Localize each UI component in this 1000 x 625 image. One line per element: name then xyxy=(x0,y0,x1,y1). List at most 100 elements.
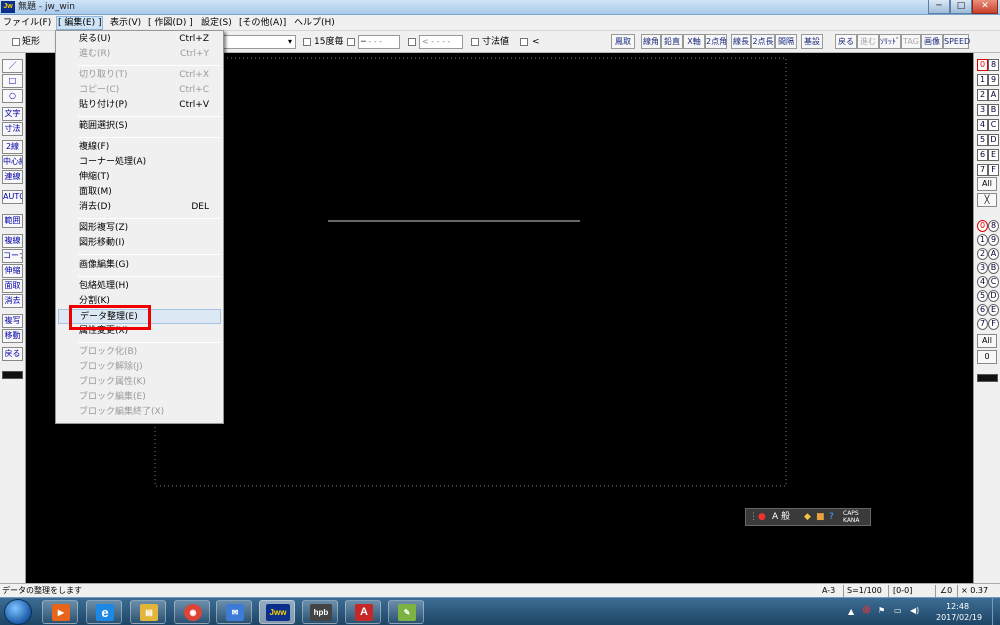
menu-item-copy[interactable]: コピー(C) Ctrl+C xyxy=(58,83,221,98)
chamfer-tool[interactable]: 面取 xyxy=(2,279,23,293)
clock-date[interactable]: 2017/02/19 xyxy=(936,613,982,623)
show-desktop-button[interactable] xyxy=(992,598,1000,625)
layer-6-button[interactable]: 6 xyxy=(977,149,988,161)
group-b-button[interactable]: B xyxy=(988,262,999,274)
maximize-button[interactable]: □ xyxy=(950,0,972,14)
toolbar-button-5[interactable]: 2点角 xyxy=(705,34,727,49)
toolbar-button-9[interactable]: 基設 xyxy=(801,34,823,49)
layer-c-button[interactable]: C xyxy=(988,119,999,131)
continuous-line-tool[interactable]: 連線 xyxy=(2,170,23,184)
layer-4-button[interactable]: 4 xyxy=(977,119,988,131)
group-5-button[interactable]: 5 xyxy=(977,290,988,302)
layer-0-button[interactable]: 0 xyxy=(977,59,988,71)
group-f-button[interactable]: F xyxy=(988,318,999,330)
group-4-button[interactable]: 4 xyxy=(977,276,988,288)
layer-all-button[interactable]: All xyxy=(977,177,997,191)
layer-7-button[interactable]: 7 xyxy=(977,164,988,176)
angle-checkbox[interactable] xyxy=(303,38,311,46)
arrow-input[interactable]: < - - - - xyxy=(419,35,463,49)
close-button[interactable]: ✕ xyxy=(972,0,998,14)
line-input[interactable]: ━ - - - xyxy=(358,35,400,49)
layer-a-button[interactable]: A xyxy=(988,89,999,101)
rectangle-tool[interactable]: □ xyxy=(2,74,23,88)
menu-item-figure-move[interactable]: 図形移動(I) xyxy=(58,236,221,251)
menu-item-range-select[interactable]: 範囲選択(S) xyxy=(58,119,221,134)
group-all-button[interactable]: All xyxy=(977,334,997,348)
menu-item-undo[interactable]: 戻る(U) Ctrl+Z xyxy=(58,32,221,47)
group-c-button[interactable]: C xyxy=(988,276,999,288)
dimension-tool[interactable]: 寸法 xyxy=(2,122,23,136)
dimension-checkbox[interactable] xyxy=(471,38,479,46)
circle-tool[interactable]: ○ xyxy=(2,89,23,103)
erase-tool[interactable]: 消去 xyxy=(2,294,23,308)
menu-item-image-edit[interactable]: 画像編集(G) xyxy=(58,258,221,273)
menu-item-figure-copy[interactable]: 図形複写(Z) xyxy=(58,221,221,236)
group-8-button[interactable]: 8 xyxy=(988,220,999,232)
menu-draw[interactable]: [ 作図(D) ] xyxy=(148,17,193,29)
stretch-tool[interactable]: 伸縮 xyxy=(2,264,23,278)
clock-time[interactable]: 12:48 xyxy=(946,602,969,612)
menu-help[interactable]: ヘルプ(H) xyxy=(294,17,335,29)
offset-line-tool[interactable]: 複線 xyxy=(2,234,23,248)
corner-tool[interactable]: コーナー xyxy=(2,249,23,263)
layer-close-icon[interactable]: ╳ xyxy=(977,193,997,207)
layer-9-button[interactable]: 9 xyxy=(988,74,999,86)
taskbar-hpb[interactable]: hpb xyxy=(302,600,338,624)
range-tool[interactable]: 範囲 xyxy=(2,214,23,228)
taskbar-file-explorer[interactable]: ▤ xyxy=(130,600,166,624)
angle-display[interactable]: ∠0 xyxy=(940,585,952,597)
toolbar-button-4[interactable]: X軸 xyxy=(683,34,705,49)
menu-item-chamfer[interactable]: 面取(M) xyxy=(58,185,221,200)
direction-checkbox[interactable] xyxy=(520,38,528,46)
group-7-button[interactable]: 7 xyxy=(977,318,988,330)
layer-f-button[interactable]: F xyxy=(988,164,999,176)
menu-item-redo[interactable]: 進む(R) Ctrl+Y xyxy=(58,47,221,62)
menu-item-block-edit-end[interactable]: ブロック編集終了(X) xyxy=(58,405,221,420)
start-button[interactable] xyxy=(4,599,32,625)
tray-network-icon[interactable]: ▭ xyxy=(894,606,902,616)
menu-item-block-edit[interactable]: ブロック編集(E) xyxy=(58,390,221,405)
menu-item-offset[interactable]: 複線(F) xyxy=(58,140,221,155)
menu-item-block-attribute[interactable]: ブロック属性(K) xyxy=(58,375,221,390)
layer-3-button[interactable]: 3 xyxy=(977,104,988,116)
group-6-button[interactable]: 6 xyxy=(977,304,988,316)
menu-item-corner[interactable]: コーナー処理(A) xyxy=(58,155,221,170)
auto-tool[interactable]: AUTO xyxy=(2,190,23,204)
group-e-button[interactable]: E xyxy=(988,304,999,316)
copy-tool[interactable]: 複写 xyxy=(2,314,23,328)
toolbar-button-14[interactable]: 画像 xyxy=(921,34,943,49)
undo-tool[interactable]: 戻る xyxy=(2,347,23,361)
tray-flag-icon[interactable]: ⚑ xyxy=(878,606,885,616)
right-line-style-swatch[interactable] xyxy=(977,374,998,382)
text-tool[interactable]: 文字 xyxy=(2,107,23,121)
group-zero-button[interactable]: 0 xyxy=(977,350,997,364)
menu-item-block-create[interactable]: ブロック化(B) xyxy=(58,345,221,360)
menu-item-paste[interactable]: 貼り付け(P) Ctrl+V xyxy=(58,98,221,113)
ime-toolbar[interactable]: ⋮ ● A 般 ◆ ■ ? CAPS KANA xyxy=(745,508,871,526)
menu-item-block-release[interactable]: ブロック解除(J) xyxy=(58,360,221,375)
toolbar-button-13[interactable]: TAG xyxy=(901,34,921,49)
toolbar-button-2[interactable]: 線角 xyxy=(641,34,661,49)
move-tool[interactable]: 移動 xyxy=(2,329,23,343)
layer-8-button[interactable]: 8 xyxy=(988,59,999,71)
layer-1-button[interactable]: 1 xyxy=(977,74,988,86)
menu-other[interactable]: [その他(A)] xyxy=(239,17,286,29)
toolbar-button-7[interactable]: 2点長 xyxy=(751,34,775,49)
menu-item-envelope[interactable]: 包絡処理(H) xyxy=(58,279,221,294)
group-3-button[interactable]: 3 xyxy=(977,262,988,274)
layer-e-button[interactable]: E xyxy=(988,149,999,161)
toolbar-button-8[interactable]: 間隔 xyxy=(775,34,797,49)
toolbar-button-1[interactable]: 鳳取 xyxy=(611,34,635,49)
taskbar-thunderbird[interactable]: ✉ xyxy=(216,600,252,624)
toolbar-button-11[interactable]: 進む xyxy=(857,34,879,49)
minimize-button[interactable]: ─ xyxy=(928,0,950,14)
menu-item-cut[interactable]: 切り取り(T) Ctrl+X xyxy=(58,68,221,83)
menu-item-erase[interactable]: 消去(D) DEL xyxy=(58,200,221,215)
group-9-button[interactable]: 9 xyxy=(988,234,999,246)
taskbar-paint[interactable]: ✎ xyxy=(388,600,424,624)
arrow-checkbox[interactable] xyxy=(408,38,416,46)
layer-b-button[interactable]: B xyxy=(988,104,999,116)
menu-edit[interactable]: [ 編集(E) ] xyxy=(56,16,104,30)
layer-display[interactable]: [0-0] xyxy=(893,585,912,597)
group-d-button[interactable]: D xyxy=(988,290,999,302)
